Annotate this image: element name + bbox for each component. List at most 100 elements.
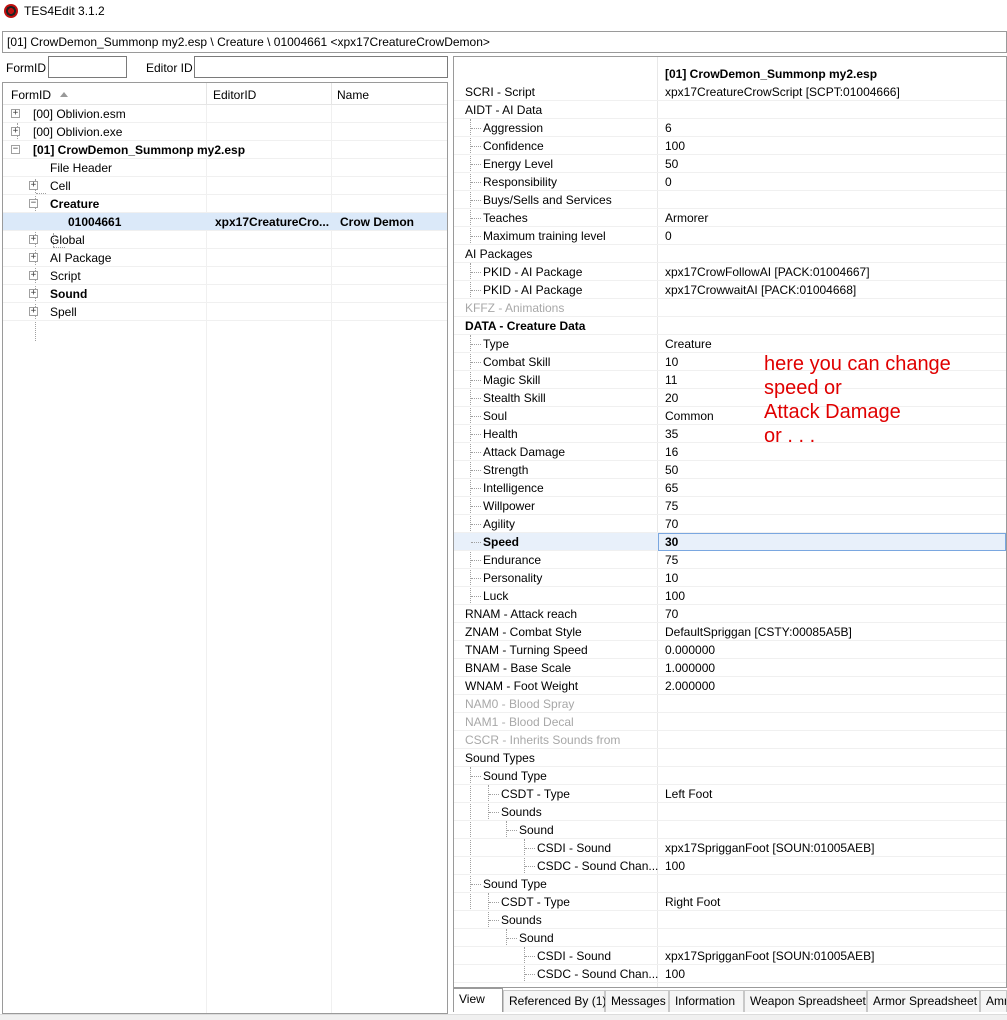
field-value[interactable]: 100: [665, 859, 685, 873]
tab-information[interactable]: Information: [669, 990, 744, 1012]
tree-row[interactable]: File Header: [3, 159, 447, 177]
tree-row[interactable]: + AI Package: [3, 249, 447, 267]
expand-plus-icon[interactable]: +: [29, 271, 38, 280]
field-value[interactable]: Right Foot: [665, 895, 720, 909]
record-field-row[interactable]: BNAM - Base Scale 1.000000: [454, 659, 1006, 677]
tab-weapon-spreadsheet[interactable]: Weapon Spreadsheet: [744, 990, 867, 1012]
tree-row[interactable]: + Script: [3, 267, 447, 285]
record-field-row[interactable]: PKID - AI Package xpx17CrowFollowAI [PACK…: [454, 263, 1006, 281]
record-field-row[interactable]: Agility 70: [454, 515, 1006, 533]
tab-ammo-spreadsheet[interactable]: Ammo: [980, 990, 1007, 1012]
record-field-row[interactable]: Willpower 75: [454, 497, 1006, 515]
tree-row[interactable]: + Cell: [3, 177, 447, 195]
record-field-row[interactable]: Personality 10: [454, 569, 1006, 587]
expand-plus-icon[interactable]: +: [29, 307, 38, 316]
record-field-row[interactable]: Sounds: [454, 803, 1006, 821]
field-value[interactable]: xpx17SprigganFoot [SOUN:01005AEB]: [665, 949, 874, 963]
field-value[interactable]: 0: [665, 175, 672, 189]
tree-row[interactable]: − [01] CrowDemon_Summonp my2.esp: [3, 141, 447, 159]
field-value[interactable]: 20: [665, 391, 678, 405]
record-field-row[interactable]: ZNAM - Combat Style DefaultSpriggan [CSTY…: [454, 623, 1006, 641]
tree-row[interactable]: + Global: [3, 231, 447, 249]
record-field-row[interactable]: Sound: [454, 821, 1006, 839]
column-header-name[interactable]: Name: [337, 88, 369, 102]
field-value[interactable]: Armorer: [665, 211, 708, 225]
field-value[interactable]: 65: [665, 481, 678, 495]
record-field-row[interactable]: CSDT - Type Left Foot: [454, 785, 1006, 803]
record-field-row[interactable]: KFFZ - Animations: [454, 299, 1006, 317]
tab-view[interactable]: View: [453, 988, 503, 1012]
field-value[interactable]: Left Foot: [665, 787, 712, 801]
field-value[interactable]: 11: [665, 373, 677, 387]
field-value[interactable]: xpx17SprigganFoot [SOUN:01005AEB]: [665, 841, 874, 855]
editorid-filter-input[interactable]: [194, 56, 448, 78]
field-value[interactable]: 100: [665, 589, 685, 603]
record-field-row[interactable]: Teaches Armorer: [454, 209, 1006, 227]
column-header-editorid[interactable]: EditorID: [213, 88, 256, 102]
field-value[interactable]: 30: [665, 535, 678, 549]
field-value[interactable]: 75: [665, 553, 678, 567]
field-value[interactable]: 10: [665, 571, 678, 585]
record-field-row[interactable]: Sound: [454, 929, 1006, 947]
field-value[interactable]: xpx17CrowFollowAI [PACK:01004667]: [665, 265, 870, 279]
field-value[interactable]: xpx17CreatureCrowScript [SCPT:01004666]: [665, 85, 900, 99]
field-value[interactable]: 70: [665, 517, 678, 531]
field-value[interactable]: 0.000000: [665, 643, 715, 657]
record-field-row[interactable]: Sound Types: [454, 749, 1006, 767]
collapse-minus-icon[interactable]: −: [29, 199, 38, 208]
tab-referenced-by[interactable]: Referenced By (1): [503, 990, 606, 1012]
record-field-row[interactable]: Strength 50: [454, 461, 1006, 479]
field-value[interactable]: 100: [665, 967, 685, 981]
column-separator[interactable]: [331, 83, 332, 105]
tree-row[interactable]: − Creature: [3, 195, 447, 213]
record-field-row[interactable]: PKID - AI Package xpx17CrowwaitAI [PACK:0…: [454, 281, 1006, 299]
record-field-row[interactable]: CSCR - Inherits Sounds from: [454, 731, 1006, 749]
field-value[interactable]: 6: [665, 121, 672, 135]
record-field-row[interactable]: CSDT - Type Right Foot: [454, 893, 1006, 911]
expand-plus-icon[interactable]: +: [11, 127, 20, 136]
record-field-row-selected[interactable]: Speed 30: [454, 533, 1006, 551]
field-value[interactable]: 16: [665, 445, 678, 459]
formid-filter-input[interactable]: [48, 56, 127, 78]
expand-plus-icon[interactable]: +: [29, 289, 38, 298]
record-tree[interactable]: FormID EditorID Name + [00] Oblivion.esm…: [2, 82, 448, 1014]
record-field-row[interactable]: Sound Type: [454, 875, 1006, 893]
field-value[interactable]: Common: [665, 409, 714, 423]
column-header-formid[interactable]: FormID: [11, 88, 51, 102]
field-value[interactable]: 35: [665, 427, 678, 441]
field-value[interactable]: DefaultSpriggan [CSTY:00085A5B]: [665, 625, 852, 639]
field-value[interactable]: 2.000000: [665, 679, 715, 693]
record-field-row[interactable]: Confidence 100: [454, 137, 1006, 155]
record-field-row[interactable]: CSDC - Sound Chan... 100: [454, 965, 1006, 983]
record-field-row[interactable]: Sounds: [454, 911, 1006, 929]
record-field-row[interactable]: Luck 100: [454, 587, 1006, 605]
record-field-row[interactable]: Type Creature: [454, 335, 1006, 353]
record-view[interactable]: [01] CrowDemon_Summonp my2.esp SCRI - Sc…: [453, 56, 1007, 988]
record-field-row[interactable]: Sound Type: [454, 767, 1006, 785]
record-field-row[interactable]: CSDC - Sound Chan... 100: [454, 857, 1006, 875]
field-value[interactable]: xpx17CrowwaitAI [PACK:01004668]: [665, 283, 856, 297]
record-field-row[interactable]: WNAM - Foot Weight 2.000000: [454, 677, 1006, 695]
tree-row[interactable]: + Sound: [3, 285, 447, 303]
field-value[interactable]: 50: [665, 157, 678, 171]
field-value[interactable]: 0: [665, 229, 672, 243]
tree-row[interactable]: + [00] Oblivion.esm: [3, 105, 447, 123]
tab-messages[interactable]: Messages: [605, 990, 669, 1012]
expand-plus-icon[interactable]: +: [11, 109, 20, 118]
record-field-row[interactable]: NAM0 - Blood Spray: [454, 695, 1006, 713]
record-field-row[interactable]: Aggression 6: [454, 119, 1006, 137]
record-field-row[interactable]: Buys/Sells and Services: [454, 191, 1006, 209]
field-value[interactable]: 70: [665, 607, 678, 621]
record-field-row[interactable]: Intelligence 65: [454, 479, 1006, 497]
record-field-row[interactable]: Energy Level 50: [454, 155, 1006, 173]
record-field-row[interactable]: CSDI - Sound xpx17SprigganFoot [SOUN:0100…: [454, 947, 1006, 965]
tab-armor-spreadsheet[interactable]: Armor Spreadsheet: [867, 990, 980, 1012]
expand-plus-icon[interactable]: +: [29, 235, 38, 244]
record-field-row[interactable]: Endurance 75: [454, 551, 1006, 569]
record-field-row[interactable]: AI Packages: [454, 245, 1006, 263]
expand-plus-icon[interactable]: +: [29, 253, 38, 262]
record-field-row[interactable]: RNAM - Attack reach 70: [454, 605, 1006, 623]
field-value[interactable]: 100: [665, 139, 685, 153]
column-separator[interactable]: [206, 83, 207, 105]
record-field-row[interactable]: CSDI - Sound xpx17SprigganFoot [SOUN:0100…: [454, 839, 1006, 857]
